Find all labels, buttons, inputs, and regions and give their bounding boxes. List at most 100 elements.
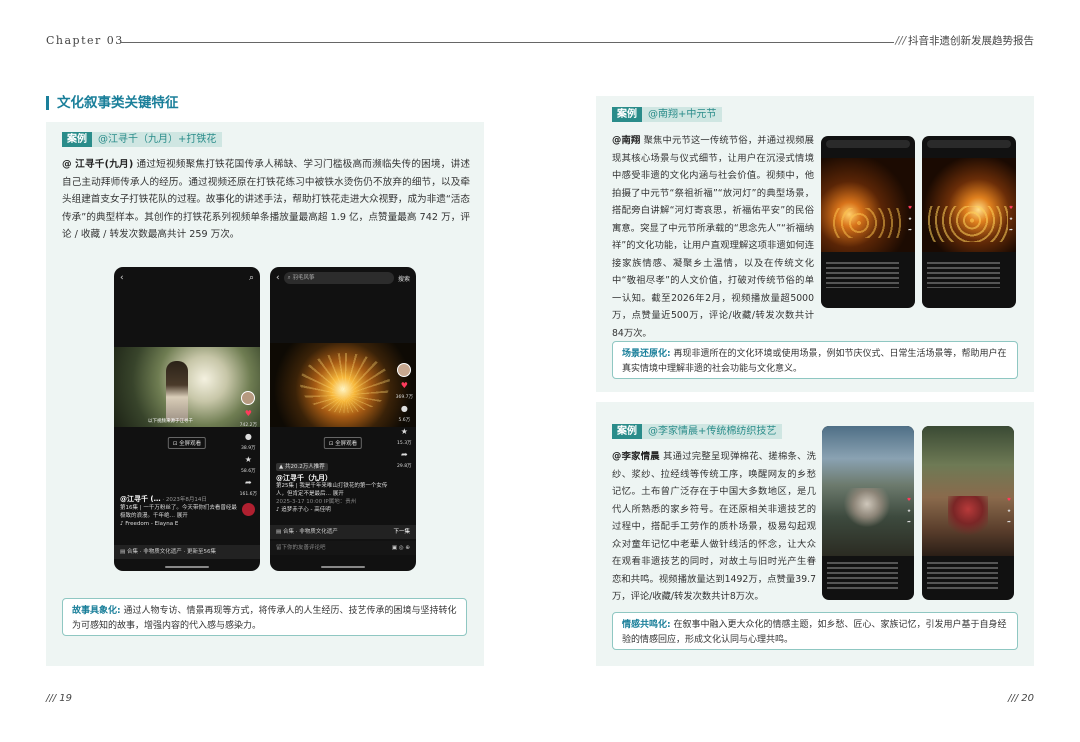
post-date: · 2023年8月14日 [162, 497, 207, 503]
fullscreen-button[interactable]: ⊡ 全屏观看 [167, 437, 207, 449]
video-info-placeholder [826, 262, 899, 288]
case-author: @ 江寻千(九月) [62, 159, 134, 170]
star-count: 58.6万 [241, 469, 256, 474]
phone-topbar [927, 140, 1011, 148]
avatar[interactable] [397, 363, 412, 377]
video-description: 第16集 | 一千万粉丝了。今天带你们去看曾经最极致的浪漫。千年绝… 展开 [120, 505, 237, 519]
post-meta: 2025-3-17 10:00 IP属地：贵州 [276, 499, 357, 505]
phone-screenshot-3: ♥ ★ ➦ [821, 136, 915, 308]
heart-icon[interactable]: ♥ [1007, 498, 1011, 503]
fullscreen-button[interactable]: ⊡ 全屏观看 [323, 437, 363, 449]
video-frame-forge: 以下视频来源于江寻千 [114, 347, 260, 427]
back-arrow-icon[interactable]: ‹ [120, 273, 124, 283]
case-label: 案例 [612, 424, 642, 439]
music-disc-icon[interactable] [241, 503, 255, 516]
recommend-count: 共20.2万人推荐 [284, 464, 325, 470]
star-icon[interactable]: ★ [245, 455, 252, 464]
fullscreen-label: 全屏观看 [335, 441, 358, 447]
video-frame-river-lamps [922, 158, 1016, 252]
note-title: 情感共鸣化: [622, 620, 671, 630]
video-info: @江寻千 (… · 2023年8月14日 第16集 | 一千万粉丝了。今天带你们… [120, 495, 238, 528]
collection-bar[interactable]: ▤ 合集 · 非物质文化遗产 · 更新至56集 [114, 545, 260, 559]
share-icon[interactable]: ➦ [1009, 228, 1013, 233]
star-icon[interactable]: ★ [907, 509, 911, 514]
phone-screenshot-5: ♥ ★ ➦ [822, 426, 914, 600]
fullscreen-label: 全屏观看 [179, 441, 202, 447]
creator-name[interactable]: @江寻千（九月） [276, 474, 394, 482]
heart-icon[interactable]: ♥ [1009, 206, 1013, 211]
heart-icon[interactable]: ♥ [907, 498, 911, 503]
comment-count: 5.6万 [398, 418, 411, 423]
search-query: 羽毛风筝 [292, 275, 315, 281]
emoji-icons[interactable]: ▣ ◎ ⊕ [392, 541, 410, 555]
phone-screenshot-2: ‹ ⌕ 羽毛风筝 搜索 ♥ 369.7万 ● 5.6万 ★ 15.3万 ➦ 29… [270, 267, 416, 571]
next-episode-button[interactable]: 下一集 [393, 525, 410, 539]
music-title: 追梦赤子心 - 高佳明 [281, 507, 331, 513]
share-icon[interactable]: ➦ [908, 228, 912, 233]
avatar[interactable] [241, 391, 256, 405]
page-number-right: /// 20 [1007, 693, 1034, 704]
music-label: ♪ 追梦赤子心 - 高佳明 [276, 507, 331, 513]
star-icon[interactable]: ★ [401, 427, 408, 436]
comment-count: 38.9万 [241, 446, 256, 451]
report-title: ///抖音非遗创新发展趋势报告 [895, 33, 1034, 48]
star-icon[interactable]: ★ [1009, 217, 1013, 222]
back-arrow-icon[interactable]: ‹ [276, 273, 280, 283]
music-label: ♪ Freedom - Elayna E [120, 521, 179, 527]
left-case-panel: 案例 @江寻千（九月）+打铁花 @ 江寻千(九月) 通过短视频聚焦打铁花国传承人… [46, 122, 484, 666]
creator-name[interactable]: @江寻千 (… [120, 495, 161, 503]
heart-icon[interactable]: ♥ [401, 381, 408, 390]
note-title: 故事具象化: [72, 606, 121, 616]
feature-note-emotion: 情感共鸣化: 在叙事中融入更大众化的情感主题，如乡愁、匠心、家族记忆，引发用户基… [612, 612, 1018, 650]
heart-icon[interactable]: ♥ [908, 206, 912, 211]
collection-bar[interactable]: ▤ 合集 · 非物质文化遗产 下一集 [270, 525, 416, 539]
video-info-placeholder [927, 262, 1000, 288]
header-rule [120, 42, 894, 43]
search-input[interactable]: ⌕ 羽毛风筝 [283, 272, 394, 284]
feature-note-story: 故事具象化: 通过人物专访、情景再现等方式，将传承人的人生经历、技艺传承的困境与… [62, 598, 467, 636]
comment-placeholder: 留下你的友善评论吧 [276, 545, 326, 551]
share-icon[interactable]: ➦ [1007, 520, 1011, 525]
feature-note-scene: 场景还原化: 再现非遗所在的文化环境或使用场景，例如节庆仪式、日常生活场景等，帮… [612, 341, 1018, 379]
case-author: @南翔 [612, 135, 641, 146]
right-case-panel-2: 案例 @李家情晨+传统棉纺织技艺 @李家情晨 其通过完整呈现弹棉花、搓棉条、洗纱… [596, 402, 1034, 666]
star-icon[interactable]: ★ [908, 217, 912, 222]
case-text: 其通过完整呈现弹棉花、搓棉条、洗纱、浆纱、拉经线等传统工序，唤醒网友的乡愁记忆。… [612, 451, 816, 602]
home-indicator [321, 566, 365, 568]
comment-icon[interactable]: ● [245, 432, 252, 441]
search-icon[interactable]: ⌕ [249, 273, 254, 283]
case-description: @ 江寻千(九月) 通过短视频聚焦打铁花国传承人稀缺、学习门槛极高而濒临失传的困… [62, 156, 470, 244]
collection-text: 合集 · 非物质文化遗产 [282, 529, 338, 535]
video-frame-fireworks [270, 343, 416, 427]
case-title: @李家情晨+传统棉纺织技艺 [642, 424, 783, 439]
note-title: 场景还原化: [622, 349, 671, 359]
section-title: 文化叙事类关键特征 [46, 96, 179, 110]
heart-icon[interactable]: ♥ [245, 409, 252, 418]
share-icon[interactable]: ➦ [245, 478, 252, 487]
phone-action-bar: ♥ ★ ➦ [907, 498, 911, 525]
home-indicator [165, 566, 209, 568]
search-button[interactable]: 搜索 [398, 274, 410, 283]
case-text: 通过短视频聚焦打铁花国传承人稀缺、学习门槛极高而濒临失传的困境，讲述自己主动拜师… [62, 159, 471, 240]
right-case-panel-1: 案例 @南翔+中元节 @南翔 聚焦中元节这一传统节俗，并通过视频展现其核心场景与… [596, 96, 1034, 392]
recommend-badge[interactable]: ▲ 共20.2万人推荐 [276, 463, 328, 471]
share-icon[interactable]: ➦ [907, 520, 911, 525]
case-tag: 案例 @南翔+中元节 [612, 107, 723, 122]
share-icon[interactable]: ➦ [401, 450, 408, 459]
spark-burst [300, 353, 390, 413]
like-count: 742.2万 [239, 423, 257, 428]
phone-topbar: ‹ ⌕ [114, 267, 260, 289]
page-number-left: /// 19 [46, 693, 73, 704]
phone-action-bar: ♥ 369.7万 ● 5.6万 ★ 15.3万 ➦ 29.8万 [396, 363, 413, 469]
report-title-text: 抖音非遗创新发展趋势报告 [908, 35, 1034, 47]
phone-action-bar: ♥ ★ ➦ [1009, 206, 1013, 233]
comment-input[interactable]: 留下你的友善评论吧 ▣ ◎ ⊕ [270, 541, 416, 555]
case-text: 聚焦中元节这一传统节俗，并通过视频展现其核心场景与仪式细节，让用户在沉浸式情境中… [612, 135, 814, 339]
overlay-caption: 以下视频来源于江寻千 [148, 419, 193, 424]
case-description: @李家情晨 其通过完整呈现弹棉花、搓棉条、洗纱、浆纱、拉经线等传统工序，唤醒网友… [612, 448, 816, 606]
phone-action-bar: ♥ ★ ➦ [1007, 498, 1011, 525]
star-icon[interactable]: ★ [1007, 509, 1011, 514]
note-text: 在叙事中融入更大众化的情感主题，如乡愁、匠心、家族记忆，引发用户基于自身经验的情… [622, 620, 1007, 645]
star-count: 15.3万 [397, 441, 412, 446]
comment-icon[interactable]: ● [401, 404, 408, 413]
